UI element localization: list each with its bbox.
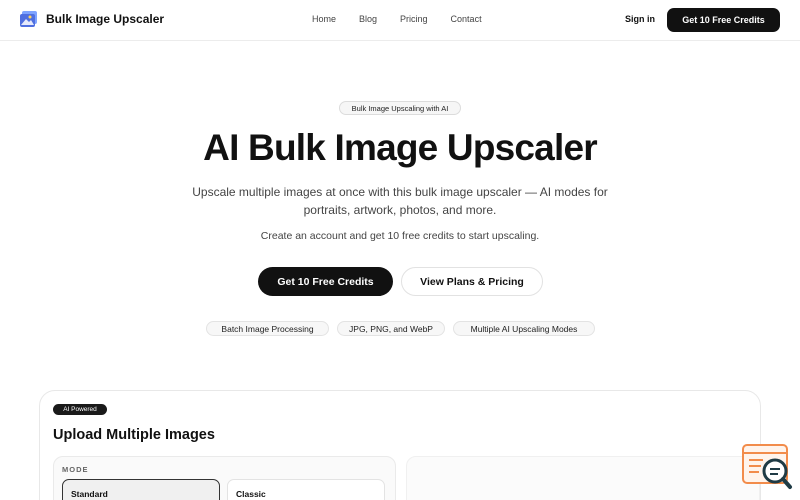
hero-subtitle: Upscale multiple images at once with thi…: [192, 185, 608, 217]
upload-dropzone[interactable]: [406, 456, 760, 500]
main-nav: Home Blog Pricing Contact: [312, 14, 482, 24]
nav-contact[interactable]: Contact: [451, 14, 482, 24]
ai-powered-badge: AI Powered: [53, 404, 107, 415]
nav-home[interactable]: Home: [312, 14, 336, 24]
nav-pricing[interactable]: Pricing: [400, 14, 428, 24]
upload-card-title: Upload Multiple Images: [53, 427, 215, 443]
feature-chip-modes: Multiple AI Upscaling Modes: [453, 321, 595, 336]
brand-logo[interactable]: Bulk Image Upscaler: [20, 10, 164, 28]
feature-chip-batch: Batch Image Processing: [206, 321, 329, 336]
mode-option-classic[interactable]: Classic: [227, 479, 385, 500]
hero-title: AI Bulk Image Upscaler: [203, 127, 597, 168]
mode-label: MODE: [62, 465, 89, 474]
search-chat-icon[interactable]: [741, 444, 793, 490]
mode-option-standard[interactable]: Standard: [62, 479, 220, 500]
site-header: Bulk Image Upscaler Home Blog Pricing Co…: [0, 0, 800, 41]
nav-blog[interactable]: Blog: [359, 14, 377, 24]
image-stack-icon: [20, 10, 38, 28]
get-credits-button[interactable]: Get 10 Free Credits: [258, 267, 393, 296]
brand-name: Bulk Image Upscaler: [46, 12, 165, 26]
hero-badge: Bulk Image Upscaling with AI: [339, 101, 461, 115]
signin-link[interactable]: Sign in: [625, 14, 655, 24]
header-cta-button[interactable]: Get 10 Free Credits: [667, 8, 780, 32]
view-pricing-button[interactable]: View Plans & Pricing: [401, 267, 543, 296]
feature-chip-formats: JPG, PNG, and WebP: [337, 321, 445, 336]
hero-note: Create an account and get 10 free credit…: [260, 230, 540, 242]
